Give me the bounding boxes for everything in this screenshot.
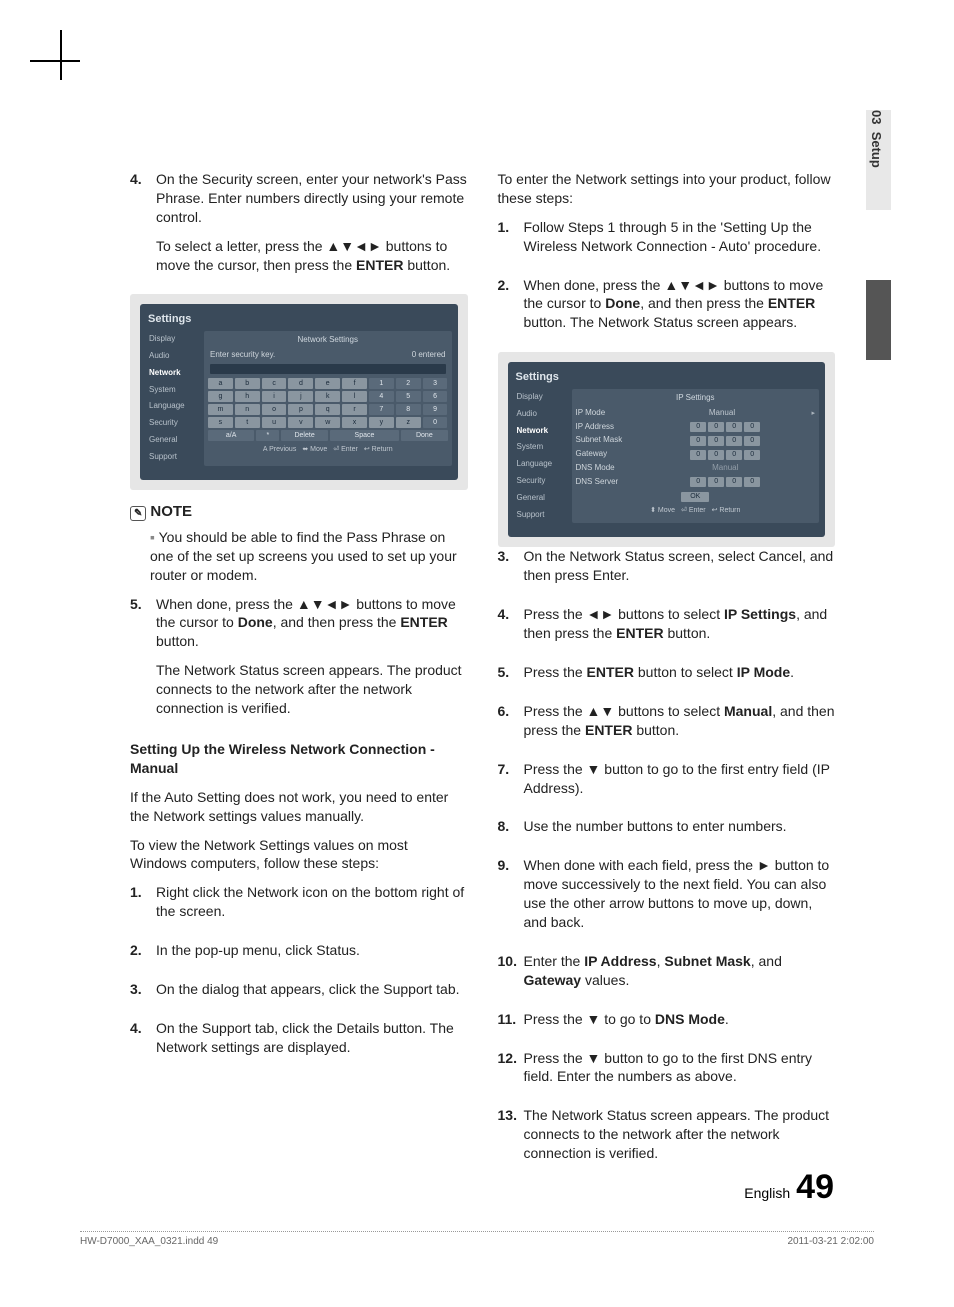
step-number: 4. <box>130 170 156 284</box>
step5-a: When done, press the ▲▼◄► buttons to mov… <box>156 595 468 652</box>
left-column: 4. On the Security screen, enter your ne… <box>130 170 468 1183</box>
section-tab: 03 Setup <box>869 110 884 168</box>
right-column: To enter the Network settings into your … <box>498 170 836 1183</box>
print-meta: HW-D7000_XAA_0321.indd 49 2011-03-21 2:0… <box>80 1231 874 1247</box>
step4-a: On the Security screen, enter your netwo… <box>156 170 468 227</box>
para: To view the Network Settings values on m… <box>130 836 468 874</box>
ok-button[interactable]: OK <box>681 492 709 502</box>
hints: ⬍ Move ⏎ Enter ↩ Return <box>576 506 816 515</box>
intro: To enter the Network settings into your … <box>498 170 836 208</box>
settings-nav: Display Audio Network System Language Se… <box>146 331 204 465</box>
page-footer: English49 <box>744 1168 834 1207</box>
key-shift[interactable]: a/A <box>208 430 254 441</box>
security-key-input[interactable] <box>210 364 446 374</box>
note-heading: NOTE <box>130 502 468 522</box>
key-space[interactable]: Space <box>330 430 399 441</box>
hints: A Previous ⬌ Move ⏎ Enter ↩ Return <box>208 445 448 454</box>
para: If the Auto Setting does not work, you n… <box>130 788 468 826</box>
settings-keyboard-widget: Settings Display Audio Network System La… <box>130 294 468 489</box>
key-done[interactable]: Done <box>401 430 447 441</box>
ip-settings-widget: Settings Display Audio Network System La… <box>498 352 836 547</box>
settings-title: Settings <box>516 370 820 385</box>
panel-title: IP Settings <box>576 393 816 404</box>
step5-b: The Network Status screen appears. The p… <box>156 661 468 718</box>
step-number: 5. <box>130 595 156 728</box>
panel-title: Network Settings <box>208 335 448 346</box>
key-delete[interactable]: Delete <box>281 430 327 441</box>
settings-title: Settings <box>148 312 452 327</box>
subheading: Setting Up the Wireless Network Connecti… <box>130 740 468 778</box>
settings-nav: Display Audio Network System Language Se… <box>514 389 572 523</box>
note-item: You should be able to find the Pass Phra… <box>150 528 468 585</box>
key[interactable]: a <box>208 378 233 389</box>
step4-b: To select a letter, press the ▲▼◄► butto… <box>156 237 468 275</box>
